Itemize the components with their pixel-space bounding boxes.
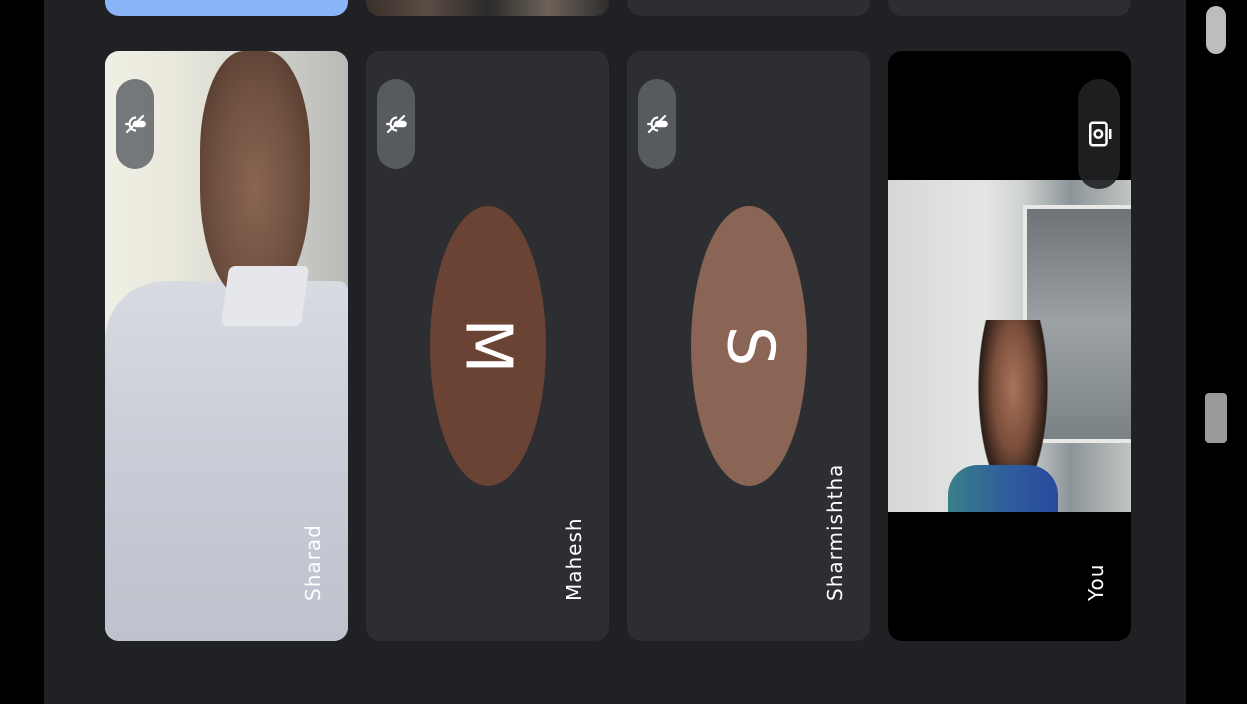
avatar-letter: M (451, 318, 525, 374)
mic-off-icon (638, 79, 676, 169)
video-feed-sharad-collar (220, 266, 310, 326)
video-feed-sharad-head (200, 51, 310, 301)
peek-tile-active-speaker[interactable] (105, 0, 348, 16)
video-feed-self-clothing (948, 465, 1058, 512)
avatar: S (691, 206, 807, 486)
participant-name: You (1084, 563, 1108, 601)
participant-tile-self[interactable]: You (888, 51, 1131, 641)
screen-edge-left (0, 0, 44, 704)
participant-tile-sharmishtha[interactable]: S Sharmishtha (627, 51, 870, 641)
participant-tile-mahesh[interactable]: M Mahesh (366, 51, 609, 641)
scrollbar-thumb-middle[interactable] (1205, 393, 1227, 443)
participant-name: Mahesh (562, 517, 586, 601)
scrollbar-thumb-top[interactable] (1206, 6, 1226, 54)
participant-name: Sharad (301, 524, 325, 601)
scroll-rail (1186, 0, 1247, 704)
flip-camera-icon[interactable] (1078, 79, 1120, 189)
mic-off-icon (377, 79, 415, 169)
avatar-letter: S (712, 325, 786, 367)
participant-tile-sharad[interactable]: Sharad (105, 51, 348, 641)
mic-off-icon (116, 79, 154, 169)
avatar: M (430, 206, 546, 486)
peek-tile-video[interactable] (366, 0, 609, 16)
peek-tile[interactable] (627, 0, 870, 16)
peek-tile[interactable] (888, 0, 1131, 16)
participant-name: Sharmishtha (823, 463, 847, 601)
video-feed-self (888, 180, 1131, 512)
